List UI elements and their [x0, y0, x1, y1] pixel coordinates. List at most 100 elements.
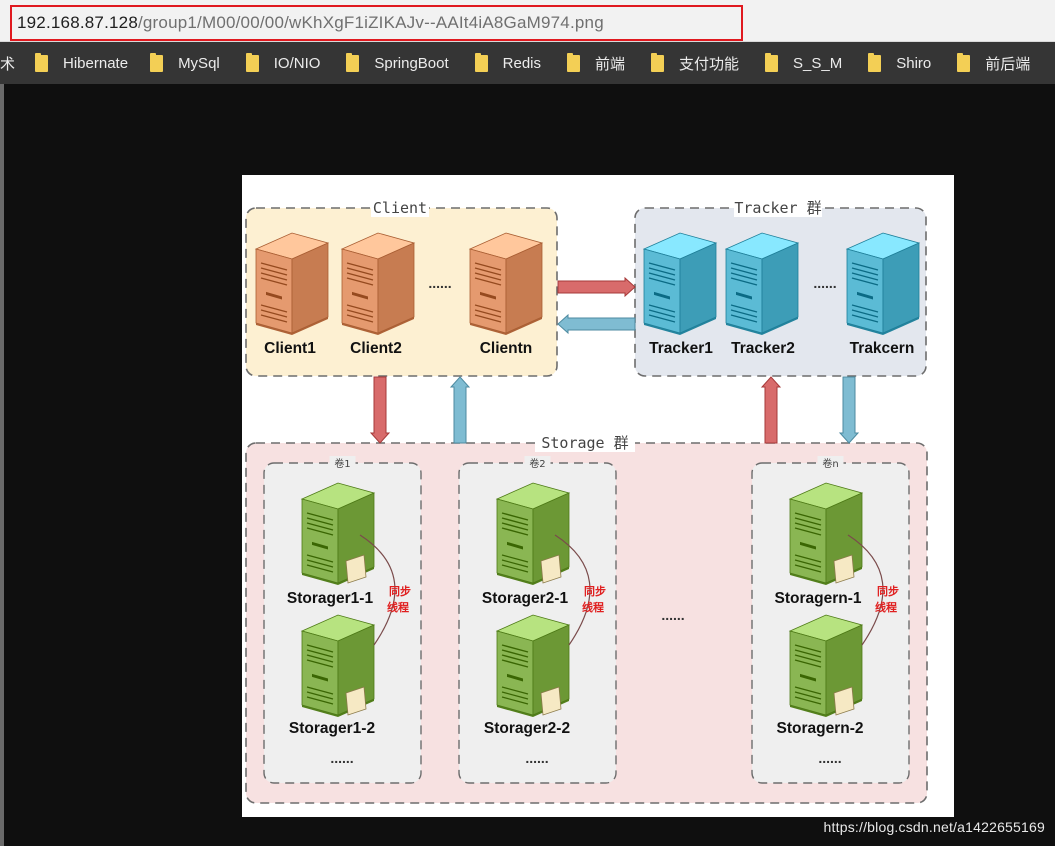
tracker-group-title: Tracker 群: [734, 199, 821, 217]
storage-to-client-arrow: [449, 376, 471, 444]
bookmark-item[interactable]: IO/NIO: [245, 42, 321, 84]
server-side: [679, 242, 717, 334]
client-server-icon: [468, 232, 544, 335]
tracker-server-icon: [642, 232, 718, 335]
watermark: https://blog.csdn.net/a1422655169: [823, 819, 1045, 835]
bookmark-label: SpringBoot: [374, 54, 449, 72]
folder-icon: [567, 52, 580, 72]
sync-label: 线程: [875, 600, 897, 614]
client-node-label: Clientn: [480, 340, 533, 357]
bookmark-item[interactable]: 前后端: [957, 42, 1030, 84]
server-front: [725, 248, 763, 334]
bookmark-label: S_S_M: [793, 54, 843, 72]
storage-node-label: Storagern-1: [775, 590, 862, 607]
sync-label: 同步: [389, 584, 411, 598]
server-front: [789, 498, 827, 584]
storage-node-label: Storagern-2: [777, 720, 864, 737]
tracker-server-icon: [724, 232, 800, 335]
volume-label: 卷1: [334, 457, 350, 470]
bookmark-label: Hibernate: [63, 54, 129, 72]
tracker-to-client-arrow: [557, 313, 636, 335]
tracker-to-storage-arrow: [838, 376, 860, 444]
bookmark-item[interactable]: SpringBoot: [346, 42, 449, 84]
folder-icon: [245, 52, 259, 72]
sync-label: 线程: [387, 600, 409, 614]
bookmark-label: 前端: [595, 55, 626, 73]
client-server-icon: [254, 232, 330, 335]
folder-icon: [957, 52, 971, 72]
server-front: [496, 630, 534, 716]
folder-icon: [765, 52, 779, 72]
bookmark-item[interactable]: Hibernate: [35, 42, 128, 84]
server-side: [882, 242, 920, 334]
folder-icon: [346, 52, 360, 72]
storage-to-tracker-arrow: [760, 376, 782, 444]
left-edge: [0, 84, 4, 846]
client-server-icon: [340, 232, 416, 335]
server-side: [291, 242, 329, 334]
volume-more-ellipsis: ......: [818, 750, 841, 766]
url-field[interactable]: 192.168.87.128/group1/M00/00/00/wKhXgF1i…: [10, 5, 743, 41]
volume-more-ellipsis: ......: [330, 750, 353, 766]
tracker-server-icon: [845, 232, 921, 335]
volumes-ellipsis: ......: [661, 607, 684, 623]
folder-icon: [150, 52, 164, 72]
fastdfs-diagram-image: Client Client1 Client2 Clientn...... Tracker…: [242, 175, 954, 817]
sync-label: 同步: [877, 584, 899, 598]
bookmark-label: Redis: [502, 54, 541, 72]
bookmark-label: 术: [0, 55, 16, 73]
server-side: [377, 242, 415, 334]
bookmark-item[interactable]: 前端: [567, 42, 625, 84]
client-to-storage-arrow: [369, 376, 391, 444]
volume-more-ellipsis: ......: [525, 750, 548, 766]
sync-label: 线程: [582, 600, 604, 614]
storage-node-label: Storager1-1: [287, 590, 374, 607]
address-bar: 192.168.87.128/group1/M00/00/00/wKhXgF1i…: [0, 0, 1055, 42]
bookmarks-bar: 术 Hibernate MySql IO/NIO SpringBoot Redis 前端 支付…: [0, 42, 1055, 84]
folder-icon: [868, 52, 882, 72]
volume-label: 卷n: [822, 457, 838, 470]
bookmark-label: 前后端: [985, 55, 1031, 73]
client-node-label: Client2: [350, 340, 402, 357]
storage-server-icon: [300, 614, 376, 717]
storage-server-icon: [300, 482, 376, 585]
server-side: [761, 242, 799, 334]
tracker-node-label: Trakcern: [850, 340, 915, 357]
folder-icon: [474, 52, 488, 72]
storage-node-label: Storager1-2: [289, 720, 375, 737]
bookmark-label: IO/NIO: [273, 54, 321, 72]
tracker-node-label: Tracker2: [731, 340, 795, 357]
bookmark-item[interactable]: MySql: [150, 42, 220, 84]
server-front: [469, 248, 507, 334]
client-node-label: Client1: [264, 340, 316, 357]
bookmark-item[interactable]: Shiro: [868, 42, 931, 84]
url-path: /group1/M00/00/00/wKhXgF1iZIKAJv--AAIt4i…: [137, 13, 604, 32]
folder-icon: [651, 52, 665, 72]
server-front: [301, 630, 339, 716]
server-front: [846, 248, 884, 334]
server-front: [341, 248, 379, 334]
bookmark-item[interactable]: 支付功能: [651, 42, 739, 84]
bookmark-item[interactable]: Redis: [474, 42, 541, 84]
server-front: [301, 498, 339, 584]
storage-group-title: Storage 群: [541, 434, 628, 452]
storage-node-label: Storager2-2: [484, 720, 570, 737]
diagram-svg: Client Client1 Client2 Clientn...... Tracker…: [245, 199, 928, 804]
storage-node-label: Storager2-1: [482, 590, 569, 607]
client-to-tracker-arrow: [557, 276, 636, 298]
bookmark-item[interactable]: S_S_M: [765, 42, 842, 84]
bookmark-label: 支付功能: [679, 55, 740, 73]
volume-label: 卷2: [529, 457, 545, 470]
server-front: [496, 498, 534, 584]
bookmark-label: Shiro: [896, 54, 932, 72]
storage-server-icon: [788, 482, 864, 585]
bookmark-item[interactable]: 术: [0, 42, 15, 84]
server-front: [643, 248, 681, 334]
client-group-title: Client: [373, 199, 427, 217]
client-ellipsis: ......: [428, 275, 451, 291]
url-host: 192.168.87.128: [17, 13, 138, 32]
server-side: [505, 242, 543, 334]
server-front: [255, 248, 293, 334]
bookmark-label: MySql: [178, 54, 220, 72]
storage-server-icon: [495, 614, 571, 717]
